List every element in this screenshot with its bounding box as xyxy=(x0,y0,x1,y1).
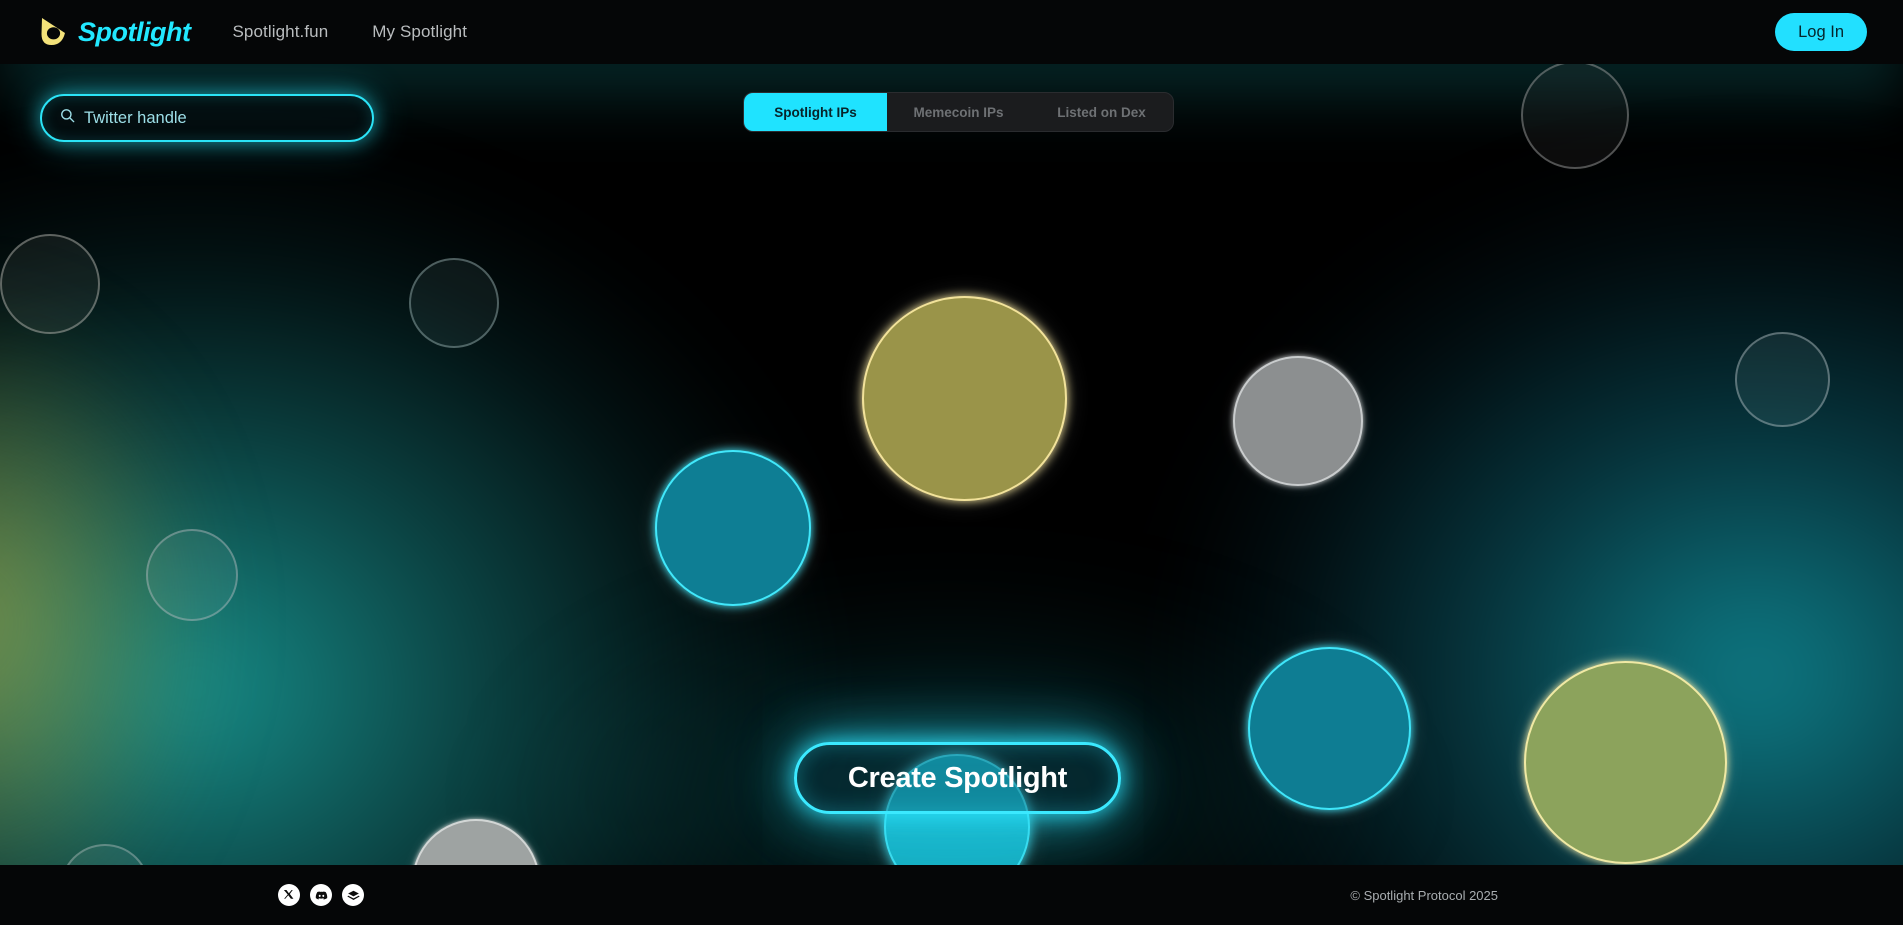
copyright-text: © Spotlight Protocol 2025 xyxy=(1350,887,1498,903)
login-button[interactable]: Log In xyxy=(1775,13,1867,51)
create-spotlight-container: Create Spotlight xyxy=(794,742,1121,814)
top-navbar: Spotlight Spotlight.fun My Spotlight Log… xyxy=(0,0,1903,64)
search-input[interactable] xyxy=(84,108,354,128)
search-icon xyxy=(60,108,75,128)
search-box[interactable] xyxy=(40,94,374,142)
nav-link-spotlight-fun[interactable]: Spotlight.fun xyxy=(232,22,328,42)
create-spotlight-button[interactable]: Create Spotlight xyxy=(794,742,1121,814)
filter-tabs: Spotlight IPs Memecoin IPs Listed on Dex xyxy=(743,92,1174,132)
nav-links: Spotlight.fun My Spotlight xyxy=(232,22,467,42)
page-footer: © Spotlight Protocol 2025 xyxy=(0,865,1903,925)
bubble-ghost-left[interactable] xyxy=(409,258,499,348)
bubble-teal-right[interactable] xyxy=(1248,647,1411,810)
bubble-olive-large[interactable] xyxy=(862,296,1067,501)
spotlight-landing-page: Spotlight Spotlight.fun My Spotlight Log… xyxy=(0,0,1903,925)
social-links xyxy=(278,884,364,906)
bubble-ghost-bottomleft[interactable] xyxy=(60,844,150,865)
discord-icon[interactable] xyxy=(310,884,332,906)
bubble-gray-right[interactable] xyxy=(1233,356,1363,486)
bubble-gray-bottom[interactable] xyxy=(412,819,540,865)
bubble-ghost-midleft[interactable] xyxy=(146,529,238,621)
brand-wordmark: Spotlight xyxy=(78,16,191,47)
bubble-ghost-right[interactable] xyxy=(1735,332,1830,427)
x-twitter-icon[interactable] xyxy=(278,884,300,906)
search-container xyxy=(40,94,374,142)
nav-link-my-spotlight[interactable]: My Spotlight xyxy=(372,22,467,42)
spotlight-droplet-logo-icon xyxy=(38,15,72,49)
tab-listed-on-dex[interactable]: Listed on Dex xyxy=(1030,93,1173,131)
tab-spotlight-ips[interactable]: Spotlight IPs xyxy=(744,93,887,131)
tab-memecoin-ips[interactable]: Memecoin IPs xyxy=(887,93,1030,131)
bubble-ghost-topright[interactable] xyxy=(1521,64,1629,169)
bubble-teal-mid[interactable] xyxy=(655,450,811,606)
gitbook-icon[interactable] xyxy=(342,884,364,906)
bubble-ghost-topleft[interactable] xyxy=(0,234,100,334)
brand-logo[interactable]: Spotlight xyxy=(38,15,191,49)
bubble-green-large[interactable] xyxy=(1524,661,1727,864)
